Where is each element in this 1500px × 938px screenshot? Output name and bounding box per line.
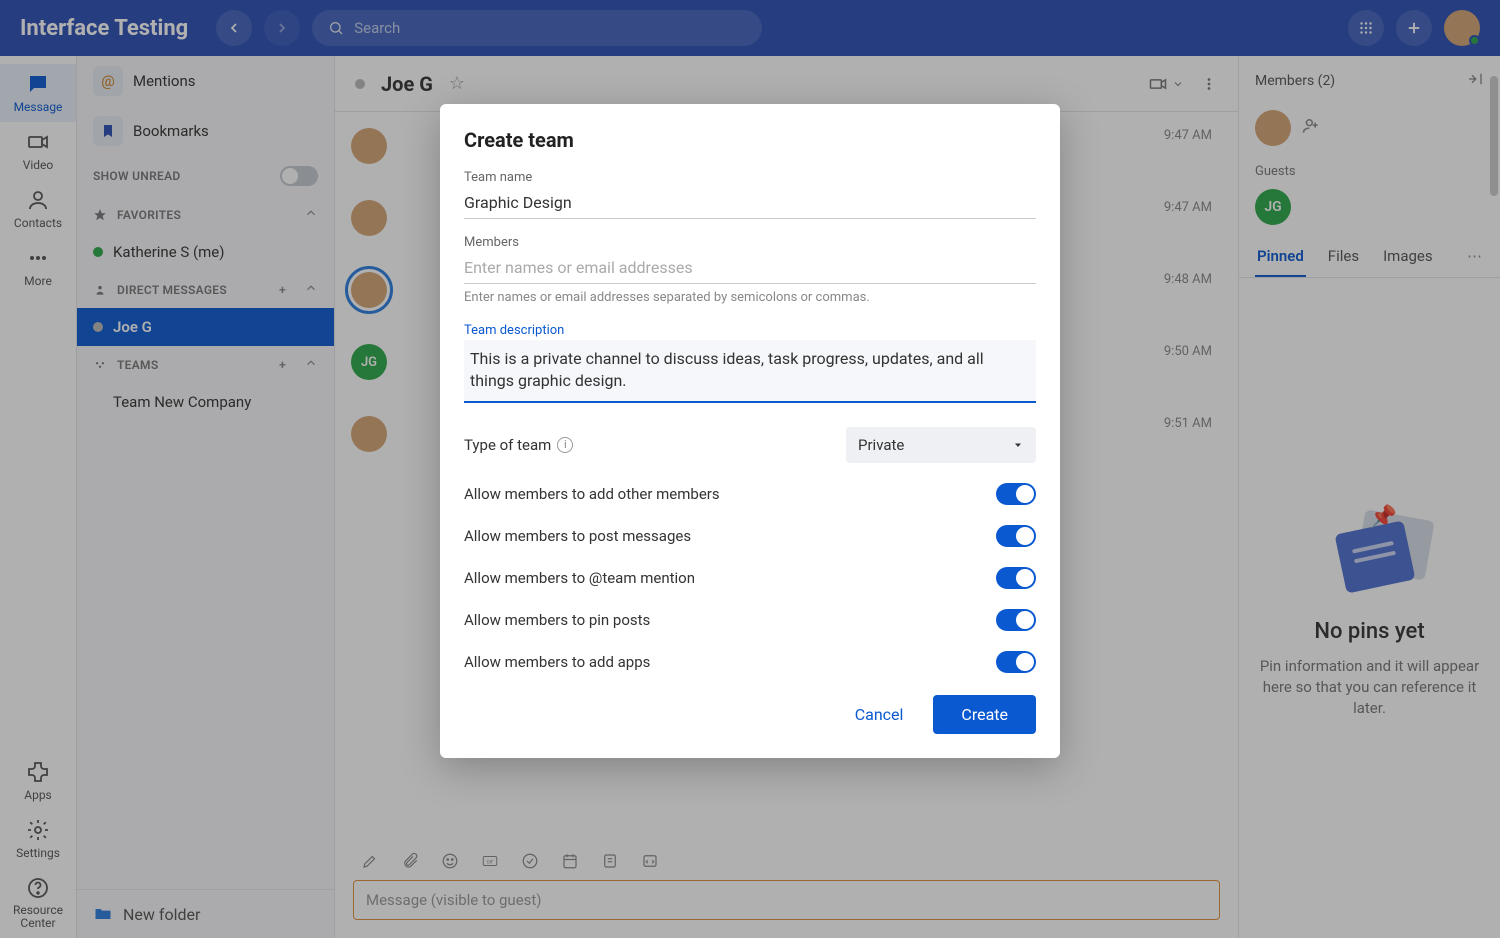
members-label: Members	[464, 235, 1036, 250]
members-input[interactable]	[464, 252, 1036, 284]
opt-add-members-toggle[interactable]	[996, 483, 1036, 505]
opt-mention-toggle[interactable]	[996, 567, 1036, 589]
opt-pin-row: Allow members to pin posts	[464, 609, 1036, 631]
members-helper-text: Enter names or email addresses separated…	[464, 290, 1036, 305]
type-of-team-row: Type of team i Private	[464, 427, 1036, 463]
opt-apps-toggle[interactable]	[996, 651, 1036, 673]
modal-title: Create team	[464, 128, 1036, 152]
opt-pin-label: Allow members to pin posts	[464, 611, 650, 629]
team-name-input[interactable]	[464, 187, 1036, 219]
modal-overlay[interactable]: Create team Team name Members Enter name…	[0, 0, 1500, 938]
info-icon[interactable]: i	[557, 437, 573, 453]
opt-add-members-label: Allow members to add other members	[464, 485, 720, 503]
opt-post-label: Allow members to post messages	[464, 527, 691, 545]
type-label: Type of team i	[464, 436, 573, 454]
opt-apps-label: Allow members to add apps	[464, 653, 650, 671]
dropdown-icon	[1012, 439, 1024, 451]
opt-pin-toggle[interactable]	[996, 609, 1036, 631]
type-select[interactable]: Private	[846, 427, 1036, 463]
opt-post-row: Allow members to post messages	[464, 525, 1036, 547]
create-team-modal: Create team Team name Members Enter name…	[440, 104, 1060, 758]
opt-apps-row: Allow members to add apps	[464, 651, 1036, 673]
team-name-label: Team name	[464, 170, 1036, 185]
opt-mention-row: Allow members to @team mention	[464, 567, 1036, 589]
description-label: Team description	[464, 323, 1036, 338]
opt-mention-label: Allow members to @team mention	[464, 569, 695, 587]
modal-footer: Cancel Create	[464, 695, 1036, 734]
description-input[interactable]	[464, 340, 1036, 403]
type-value: Private	[858, 436, 904, 454]
create-button[interactable]: Create	[933, 695, 1036, 734]
cancel-button[interactable]: Cancel	[843, 697, 916, 732]
opt-add-members-row: Allow members to add other members	[464, 483, 1036, 505]
opt-post-toggle[interactable]	[996, 525, 1036, 547]
